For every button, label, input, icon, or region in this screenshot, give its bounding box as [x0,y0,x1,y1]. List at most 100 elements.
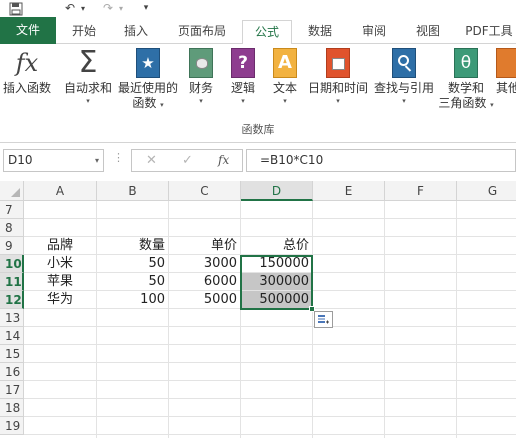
enter-icon[interactable]: ✓ [182,150,193,171]
ribbon-tabs: 文件 开始 插入 页面布局 公式 数据 审阅 视图 PDF工具 [0,17,516,45]
undo-icon[interactable]: ↶ [62,0,78,17]
tab-file[interactable]: 文件 [0,17,56,44]
row-header-18[interactable]: 18 [0,399,24,417]
math-trig-label-2: 三角函数 [438,96,487,110]
sigma-icon: Σ [78,45,98,80]
formula-bar: D10 ▾ ⋮ ✕ ✓ fx =B10*C10 [0,143,516,181]
chevron-down-icon: ▾ [283,97,287,105]
cell-b9[interactable]: 数量 [97,237,169,255]
cell-b10[interactable]: 50 [97,255,169,273]
math-trig-button[interactable]: θ 数学和 三角函数 ▾ [438,48,494,113]
star-book-icon: ★ [136,48,160,78]
quick-access-toolbar: ↶ ▾ ↷ ▾ ▾ [0,0,516,17]
cell-a10[interactable]: 小米 [24,255,97,273]
logical-label: 逻辑 [230,81,255,95]
row-header-9[interactable]: 9 [0,237,24,255]
more-functions-button[interactable]: 其他 [496,48,516,96]
column-header-d[interactable]: D [241,181,313,201]
row-header-19[interactable]: 19 [0,417,24,435]
redo-dropdown-icon[interactable]: ▾ [116,0,126,17]
formula-bar-buttons: ✕ ✓ fx [131,149,243,172]
row-header-10[interactable]: 10 [0,255,24,273]
column-header-c[interactable]: C [169,181,241,201]
cell-c11[interactable]: 6000 [169,273,241,291]
chevron-down-icon: ▾ [199,97,203,105]
logical-button[interactable]: ? 逻辑 ▾ [228,48,258,106]
tab-insert[interactable]: 插入 [112,20,160,44]
row-header-12[interactable]: 12 [0,291,24,309]
financial-label: 财务 [188,81,213,95]
row-header-11[interactable]: 11 [0,273,24,291]
cell-a11[interactable]: 苹果 [24,273,97,291]
row-header-8[interactable]: 8 [0,219,24,237]
chevron-down-icon: ▾ [160,101,164,109]
chevron-down-icon[interactable]: ▾ [95,150,99,171]
ribbon-formulas: fx 插入函数 Σ 自动求和 ▾ ★ 最近使用的 函数 ▾ 财务 ▾ ? 逻辑 … [0,44,516,143]
cell-b12[interactable]: 100 [97,291,169,309]
calendar-book-icon [326,48,350,78]
row-header-15[interactable]: 15 [0,345,24,363]
autosum-label: 自动求和 [63,81,112,95]
cell-d9[interactable]: 总价 [241,237,313,255]
more-functions-label: 其他 [496,81,516,95]
cancel-icon[interactable]: ✕ [146,150,157,171]
insert-function-button[interactable]: fx 插入函数 [0,48,54,96]
chevron-down-icon: ▾ [336,97,340,105]
text-book-icon: A [273,48,297,78]
cell-a12[interactable]: 华为 [24,291,97,309]
undo-dropdown-icon[interactable]: ▾ [78,0,88,17]
text-button[interactable]: A 文本 ▾ [270,48,300,106]
quick-analysis-button[interactable] [314,311,333,328]
cell-c9[interactable]: 单价 [169,237,241,255]
tab-view[interactable]: 视图 [404,20,452,44]
redo-icon[interactable]: ↷ [100,0,116,17]
formula-bar-grip-icon[interactable]: ⋮ [113,151,124,164]
worksheet-grid[interactable]: A B C D E F G 7 8 9 10 11 12 13 14 15 16… [0,181,516,438]
row-header-17[interactable]: 17 [0,381,24,399]
recently-used-label-2: 函数 [132,96,157,110]
tab-pdf-tools[interactable]: PDF工具 [458,20,516,44]
column-header-g[interactable]: G [457,181,516,201]
formula-input[interactable]: =B10*C10 [246,149,516,172]
column-header-a[interactable]: A [24,181,97,201]
column-header-e[interactable]: E [313,181,385,201]
row-header-16[interactable]: 16 [0,363,24,381]
cell-d11[interactable]: 300000 [241,273,313,291]
row-header-14[interactable]: 14 [0,327,24,345]
tab-data[interactable]: 数据 [296,20,344,44]
chevron-down-icon: ▾ [490,101,494,109]
tab-page-layout[interactable]: 页面布局 [166,20,238,44]
cell-b11[interactable]: 50 [97,273,169,291]
select-all-button[interactable] [0,181,24,201]
chevron-down-icon: ▾ [86,97,90,105]
select-all-triangle-icon [11,188,20,197]
financial-button[interactable]: 财务 ▾ [186,48,216,106]
lookup-reference-button[interactable]: 查找与引用 ▾ [372,48,436,106]
column-header-b[interactable]: B [97,181,169,201]
formula-text: =B10*C10 [260,153,324,167]
column-header-f[interactable]: F [385,181,457,201]
save-icon[interactable] [6,0,26,17]
cell-c10[interactable]: 3000 [169,255,241,273]
autosum-button[interactable]: Σ 自动求和 ▾ [62,48,114,106]
row-header-13[interactable]: 13 [0,309,24,327]
cell-d10[interactable]: 150000 [241,255,313,273]
quick-analysis-icon [318,315,329,324]
lookup-reference-label: 查找与引用 [373,81,434,95]
chevron-down-icon: ▾ [402,97,406,105]
theta-book-icon: θ [454,48,478,78]
insert-function-label: 插入函数 [2,81,51,95]
recently-used-button[interactable]: ★ 最近使用的 函数 ▾ [117,48,179,113]
customize-qat-icon[interactable]: ▾ [140,0,152,17]
question-book-icon: ? [231,48,255,78]
name-box[interactable]: D10 ▾ [3,149,104,172]
tab-formulas[interactable]: 公式 [242,20,292,45]
date-time-button[interactable]: 日期和时间 ▾ [306,48,370,106]
insert-function-icon[interactable]: fx [218,150,229,171]
cell-d12[interactable]: 500000 [241,291,313,309]
cell-a9[interactable]: 品牌 [24,237,97,255]
tab-home[interactable]: 开始 [60,20,108,44]
cell-c12[interactable]: 5000 [169,291,241,309]
tab-review[interactable]: 审阅 [350,20,398,44]
row-header-7[interactable]: 7 [0,201,24,219]
